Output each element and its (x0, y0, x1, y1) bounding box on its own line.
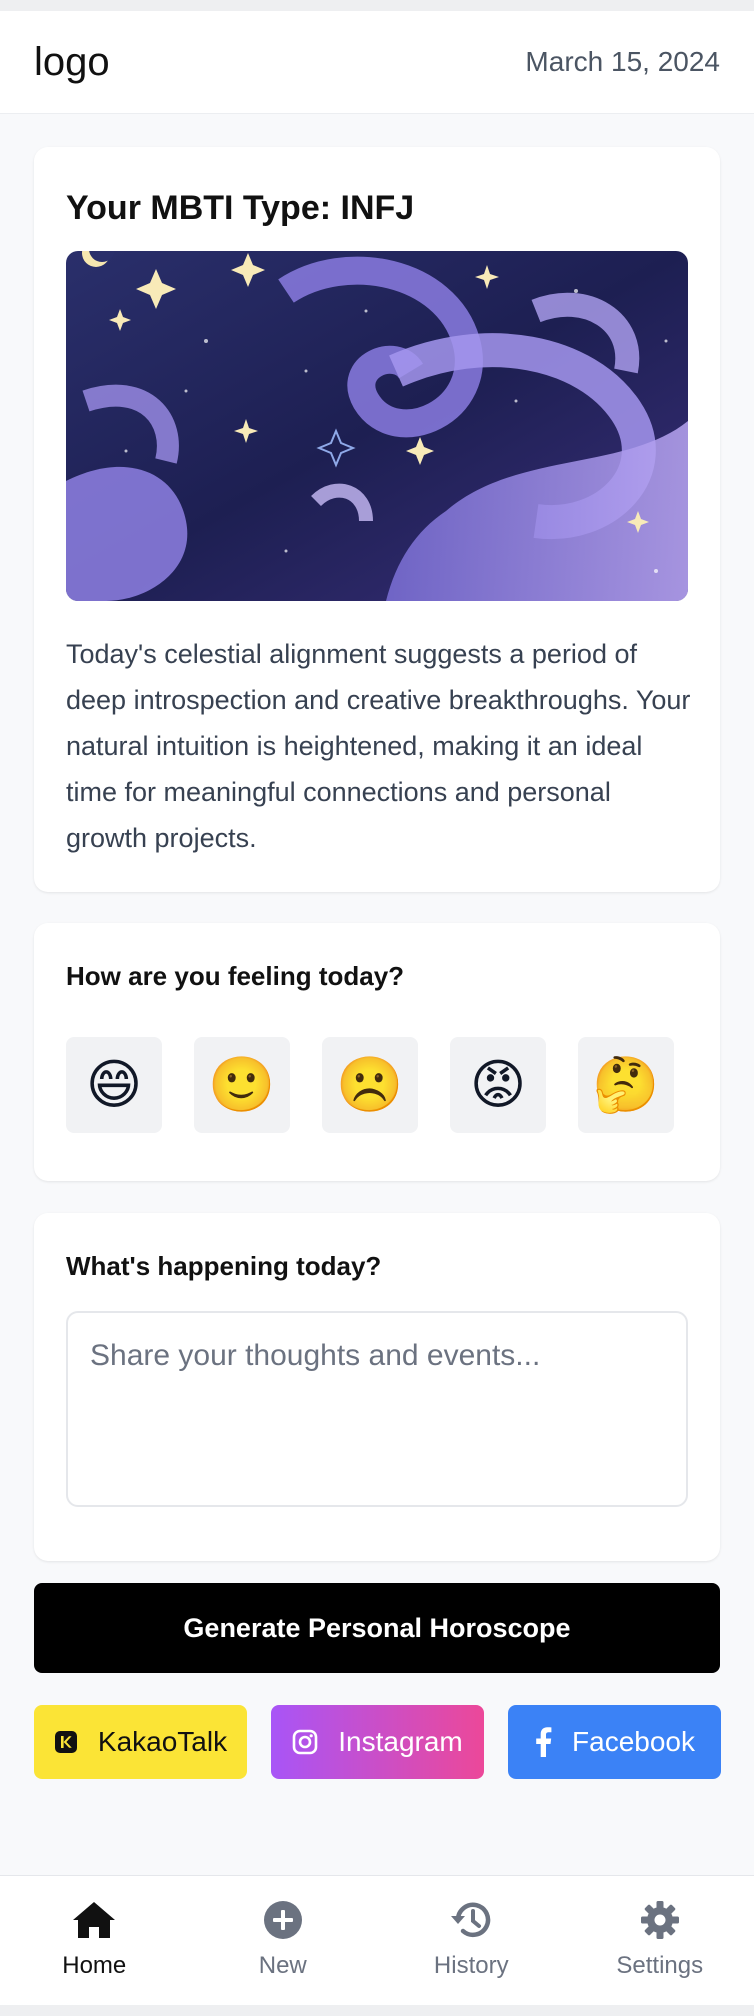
mood-option-grinning[interactable]: 😄 (66, 1037, 162, 1133)
nav-settings[interactable]: Settings (566, 1876, 754, 2005)
facebook-icon (534, 1727, 552, 1757)
thinking-face-icon: 🤔 (592, 1055, 660, 1115)
instagram-icon (292, 1729, 318, 1755)
nav-history[interactable]: History (377, 1876, 566, 2005)
nav-home-label: Home (62, 1952, 127, 1979)
facebook-share-button[interactable]: Facebook (508, 1705, 721, 1779)
facebook-label: Facebook (572, 1726, 695, 1757)
mood-heading: How are you feeling today? (66, 961, 405, 991)
nav-history-label: History (433, 1952, 509, 1979)
instagram-share-button[interactable]: Instagram (271, 1705, 484, 1779)
journal-card: What's happening today? (34, 1213, 720, 1561)
celestial-image (66, 251, 688, 601)
plus-circle-icon (263, 1900, 303, 1940)
mood-option-smiling[interactable]: 🙂 (194, 1037, 290, 1133)
frowning-face-icon: ☹️ (336, 1055, 404, 1115)
nav-home[interactable]: Home (0, 1876, 189, 2005)
mood-option-angry[interactable]: 😡 (450, 1037, 546, 1133)
logo[interactable]: logo (34, 40, 110, 85)
instagram-label: Instagram (338, 1726, 463, 1757)
kakaotalk-label: KakaoTalk (97, 1726, 228, 1757)
history-icon (450, 1900, 492, 1940)
generate-horoscope-button[interactable]: Generate Personal Horoscope (34, 1583, 720, 1673)
night-sky-illustration (66, 251, 688, 601)
mood-options: 😄 🙂 ☹️ 😡 🤔 (66, 1037, 674, 1133)
angry-face-icon: 😡 (469, 1055, 527, 1115)
gear-icon (640, 1900, 680, 1940)
nav-new[interactable]: New (189, 1876, 378, 2005)
mood-card: How are you feeling today? 😄 🙂 ☹️ 😡 🤔 (34, 923, 720, 1181)
nav-new-label: New (258, 1952, 307, 1979)
home-icon (71, 1900, 117, 1940)
share-buttons: KakaoTalk Instagram Facebook (34, 1705, 721, 1779)
kakaotalk-icon (54, 1730, 78, 1754)
slightly-smiling-face-icon: 🙂 (208, 1055, 276, 1115)
mbti-title: Your MBTI Type: INFJ (66, 189, 415, 227)
journal-textarea[interactable] (66, 1311, 688, 1507)
horoscope-reading: Today's celestial alignment suggests a p… (66, 639, 691, 853)
app-header: logo March 15, 2024 (0, 11, 754, 114)
app-screen: logo March 15, 2024 Your MBTI Type: INFJ (0, 11, 754, 2005)
mood-option-frowning[interactable]: ☹️ (322, 1037, 418, 1133)
mbti-card: Your MBTI Type: INFJ Today's celestial a… (34, 147, 720, 892)
journal-heading: What's happening today? (66, 1251, 382, 1281)
kakaotalk-share-button[interactable]: KakaoTalk (34, 1705, 247, 1779)
current-date: March 15, 2024 (525, 46, 720, 77)
bottom-navigation: Home New History Settings (0, 1875, 754, 2005)
nav-settings-label: Settings (616, 1952, 704, 1979)
mood-option-thinking[interactable]: 🤔 (578, 1037, 674, 1133)
grinning-face-icon: 😄 (85, 1055, 143, 1115)
